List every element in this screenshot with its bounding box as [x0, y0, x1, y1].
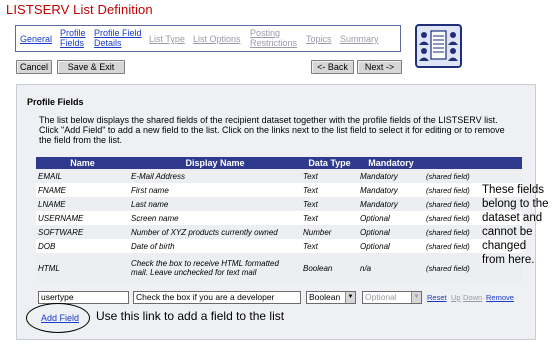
list-people-icon	[415, 24, 462, 68]
add-field-link[interactable]: Add Field	[41, 313, 79, 323]
table-row: EMAIL E-Mail Address Text Mandatory (sha…	[36, 169, 522, 183]
field-display-name: Date of birth	[131, 241, 175, 251]
panel-description: The list below displays the shared field…	[39, 115, 534, 145]
mandatory-select[interactable]: Optional ▼	[362, 291, 422, 304]
down-link[interactable]: Down	[463, 293, 482, 302]
cancel-button[interactable]: Cancel	[16, 60, 52, 74]
tab-posting-restrictions[interactable]: Posting Restrictions	[250, 28, 297, 48]
field-data-type: Text	[301, 197, 358, 211]
table-row: HTML Check the box to receive HTML forma…	[36, 253, 522, 283]
chevron-down-icon: ▼	[411, 292, 421, 303]
save-exit-button[interactable]: Save & Exit	[57, 60, 125, 74]
field-name: USERNAME	[38, 213, 84, 223]
field-display-name: Last name	[129, 197, 301, 211]
table-row: LNAME Last name Text Mandatory (shared f…	[36, 197, 522, 211]
field-display-name: Screen name	[131, 213, 179, 223]
field-mandatory: Optional	[360, 241, 390, 251]
tab-general-label: General	[20, 34, 53, 44]
description-line: Click "Add Field" to add a new field to …	[39, 125, 505, 135]
table-row: USERNAME Screen name Text Optional (shar…	[36, 211, 522, 225]
tab-profile-fields-label-1: Profile	[60, 28, 86, 38]
description-line: the field from the list.	[39, 135, 123, 145]
callout-text: Use this link to add a field to the list	[96, 309, 285, 323]
column-header-name: Name	[36, 157, 129, 169]
page-title: LISTSERV List Definition	[6, 2, 153, 17]
field-display-name: First name	[131, 185, 169, 195]
field-name: FNAME	[38, 185, 66, 195]
table-header-row: Name Display Name Data Type Mandatory	[36, 157, 522, 169]
field-mandatory: Mandatory	[358, 169, 424, 183]
mandatory-value: Optional	[365, 292, 397, 302]
field-data-type: Text	[303, 241, 318, 251]
column-header-mandatory: Mandatory	[358, 157, 424, 169]
field-mandatory: Mandatory	[360, 185, 398, 195]
display-name-line: mail. Leave unchecked for text mail	[131, 268, 257, 277]
tab-list-options[interactable]: List Options	[193, 34, 241, 44]
field-display-name: E-Mail Address	[129, 169, 301, 183]
field-name: EMAIL	[36, 169, 129, 183]
tab-summary[interactable]: Summary	[340, 34, 379, 44]
field-name: DOB	[38, 241, 56, 251]
tab-profile-field-details-label-2: Details	[94, 38, 122, 48]
remove-link[interactable]: Remove	[486, 293, 514, 302]
field-data-type: Text	[303, 185, 318, 195]
up-link[interactable]: Up	[451, 293, 461, 302]
tab-list-type[interactable]: List Type	[149, 34, 185, 44]
data-type-value: Boolean	[309, 292, 341, 302]
field-name-input[interactable]: usertype	[38, 291, 129, 304]
tab-posting-restrictions-label-2: Restrictions	[250, 38, 298, 48]
profile-fields-table: Name Display Name Data Type Mandatory EM…	[36, 157, 522, 283]
tab-list-options-label: List Options	[193, 34, 241, 44]
field-mandatory: Optional	[360, 213, 390, 223]
column-header-display-name: Display Name	[129, 157, 301, 169]
field-name: SOFTWARE	[36, 225, 129, 239]
table-row: DOB Date of birth Text Optional (shared …	[36, 239, 522, 253]
annotation-line: dataset and	[482, 212, 543, 224]
annotation-line: changed	[482, 240, 527, 252]
table-row: SOFTWARE Number of XYZ products currentl…	[36, 225, 522, 239]
field-data-type: Boolean	[301, 253, 358, 283]
field-name: HTML	[36, 253, 129, 283]
annotation-line: cannot be	[482, 226, 533, 238]
column-header-data-type: Data Type	[301, 157, 358, 169]
table-row: FNAME First name Text Mandatory (shared …	[36, 183, 522, 197]
annotation-line: from here.	[482, 254, 535, 266]
tab-general[interactable]: General	[20, 34, 52, 44]
field-data-type: Text	[301, 169, 358, 183]
field-mandatory: Mandatory	[358, 197, 424, 211]
next-button[interactable]: Next ->	[357, 60, 402, 74]
field-display-name: Check the box to receive HTML formatted …	[129, 253, 301, 283]
tab-summary-label: Summary	[340, 34, 379, 44]
tab-profile-field-details[interactable]: Profile Field Details	[94, 28, 142, 48]
chevron-down-icon: ▼	[345, 292, 355, 303]
field-data-type: Number	[301, 225, 358, 239]
display-name-input[interactable]: Check the box if you are a developer	[133, 291, 301, 304]
new-field-edit-row: usertype Check the box if you are a deve…	[36, 290, 522, 306]
tab-posting-restrictions-label-1: Posting	[250, 28, 281, 38]
field-mandatory: n/a	[358, 253, 424, 283]
panel-heading: Profile Fields	[27, 97, 84, 107]
tab-profile-fields-label-2: Fields	[60, 38, 85, 48]
field-data-type: Text	[303, 213, 318, 223]
reset-link[interactable]: Reset	[427, 293, 447, 302]
shared-fields-annotation: These fields belong to the dataset and c…	[482, 183, 554, 267]
tab-list-type-label: List Type	[149, 34, 185, 44]
back-button[interactable]: <- Back	[311, 60, 354, 74]
column-header-actions	[424, 157, 522, 169]
tab-profile-fields[interactable]: Profile Fields	[60, 28, 86, 48]
wizard-tab-bar: General Profile Fields Profile Field Det…	[15, 25, 401, 52]
field-mandatory: Optional	[358, 225, 424, 239]
data-type-select[interactable]: Boolean ▼	[306, 291, 356, 304]
tab-topics[interactable]: Topics	[306, 34, 332, 44]
annotation-line: belong to the	[482, 198, 549, 210]
description-line: The list below displays the shared field…	[39, 115, 498, 125]
shared-field-note: (shared field)	[424, 169, 522, 183]
annotation-line: These fields	[482, 184, 545, 196]
tab-profile-field-details-label-1: Profile Field	[94, 28, 142, 38]
display-name-line: Check the box to receive HTML formatted	[131, 259, 279, 268]
field-display-name: Number of XYZ products currently owned	[129, 225, 301, 239]
field-name: LNAME	[36, 197, 129, 211]
tab-topics-label: Topics	[306, 34, 332, 44]
